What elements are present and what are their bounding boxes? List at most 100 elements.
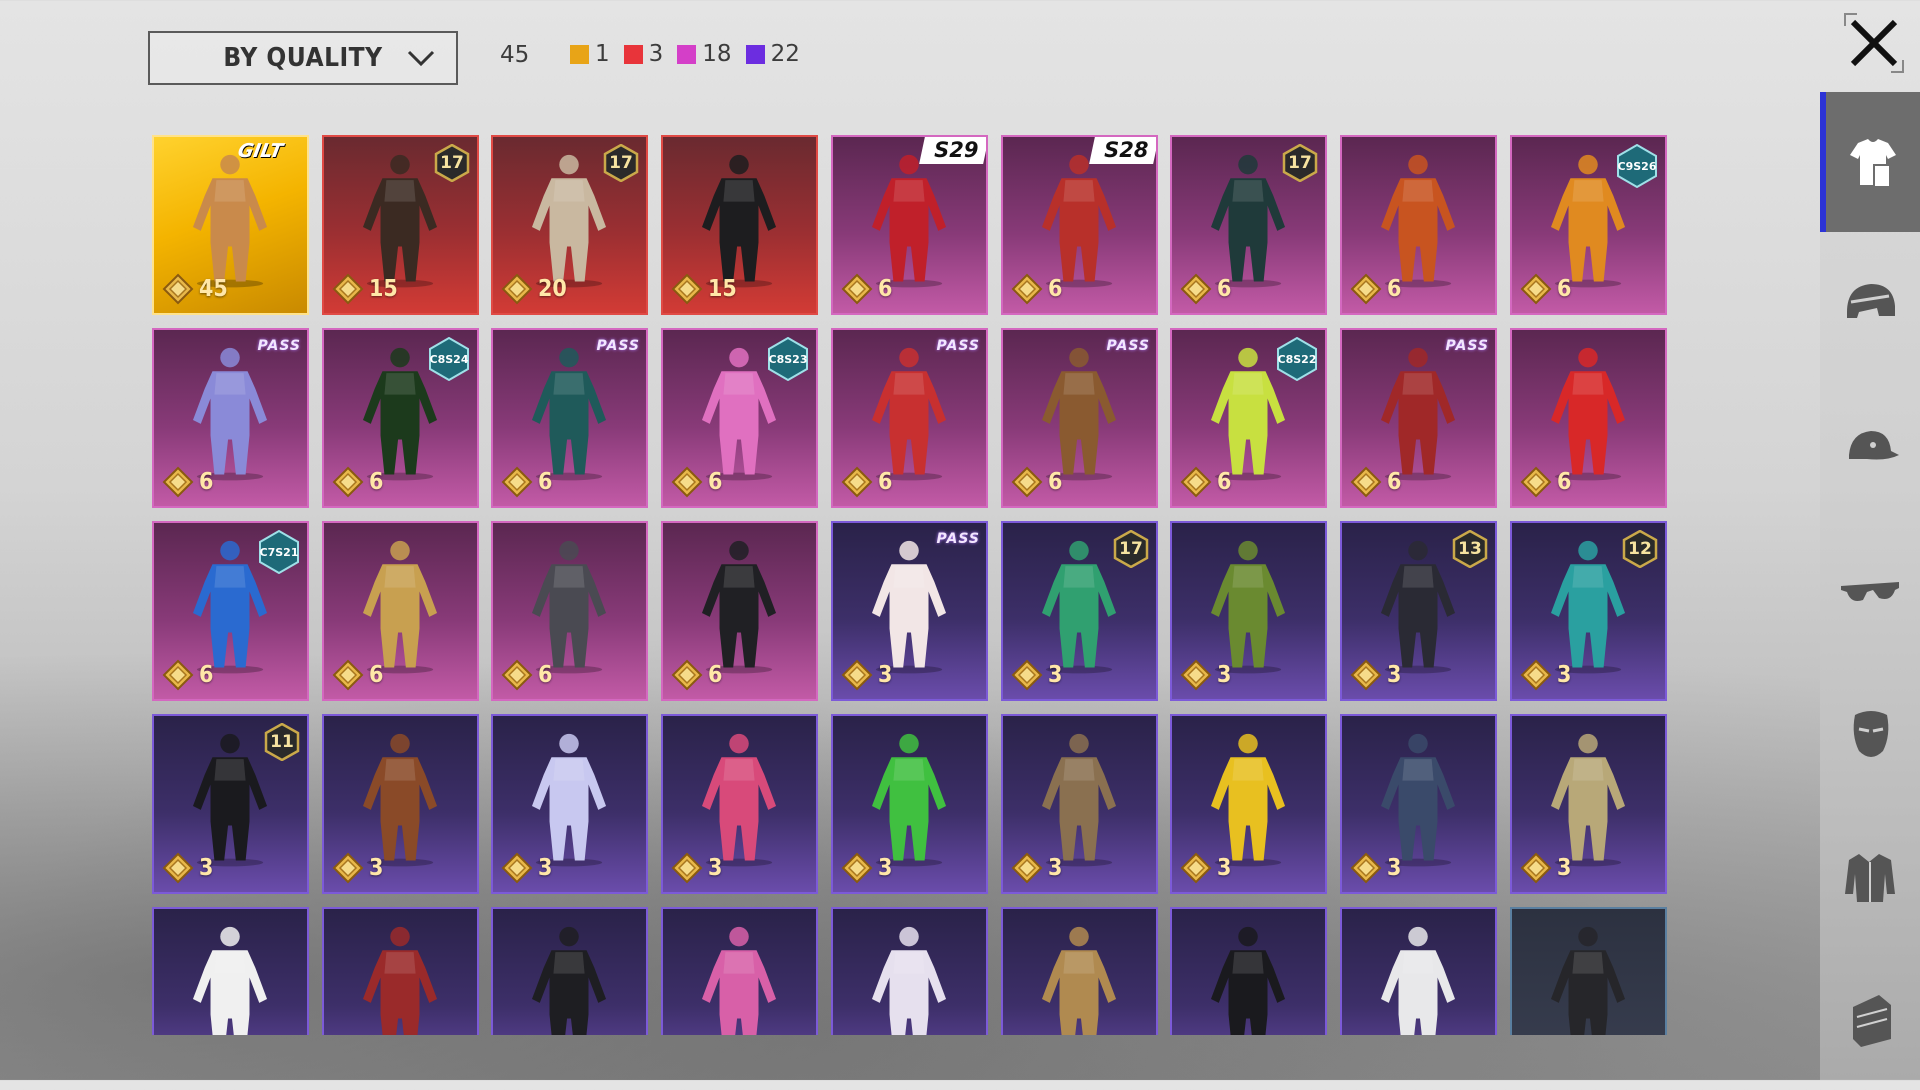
coin-icon: [841, 466, 873, 498]
outfit-card[interactable]: 3: [831, 714, 988, 894]
quality-count-value: 22: [770, 41, 800, 67]
price-value: 3: [1217, 662, 1232, 688]
outfit-card[interactable]: 3: [322, 714, 479, 894]
level-badge-text: 13: [1458, 539, 1482, 559]
level-badge-text: 17: [440, 153, 464, 173]
outfit-card[interactable]: 12 3: [1510, 521, 1667, 701]
outfit-card[interactable]: 17 6: [1170, 135, 1327, 315]
outfit-card[interactable]: 6: [661, 521, 818, 701]
cycle-season-text: C7S21: [259, 545, 299, 559]
outfit-card[interactable]: 17 15: [322, 135, 479, 315]
outfit-card[interactable]: [491, 907, 648, 1035]
coin-icon: [501, 466, 533, 498]
level-badge: 17: [1281, 143, 1319, 183]
outfit-card[interactable]: PASS 3: [831, 521, 988, 701]
coin-icon: [1520, 852, 1552, 884]
price-value: 3: [878, 662, 893, 688]
price-value: 3: [538, 855, 553, 881]
price-tag: 3: [501, 852, 552, 884]
outfit-card[interactable]: S29 6: [831, 135, 988, 315]
quality-count-value: 18: [702, 41, 732, 67]
coin-icon: [162, 273, 194, 305]
price-tag: 6: [332, 466, 383, 498]
pass-badge: PASS: [596, 338, 640, 354]
price-tag: 6: [1011, 466, 1062, 498]
hat-tab[interactable]: [1820, 378, 1920, 518]
price-value: 3: [369, 855, 384, 881]
outfit-card[interactable]: 17 20: [491, 135, 648, 315]
price-tag: 6: [1350, 273, 1401, 305]
outfit-card[interactable]: C7S21 6: [152, 521, 309, 701]
outfit-card[interactable]: [661, 907, 818, 1035]
outfit-card[interactable]: PASS 6: [831, 328, 988, 508]
outfit-figure: [362, 926, 438, 1035]
outfit-card[interactable]: C9S26 6: [1510, 135, 1667, 315]
coin-icon: [501, 273, 533, 305]
outfit-card[interactable]: PASS 6: [1340, 328, 1497, 508]
outfit-card[interactable]: 11 3: [152, 714, 309, 894]
outfit-card[interactable]: 6: [491, 521, 648, 701]
outfit-card[interactable]: [1510, 907, 1667, 1035]
outfit-card[interactable]: 13 3: [1340, 521, 1497, 701]
outfit-card[interactable]: 3: [1170, 714, 1327, 894]
outfit-card[interactable]: 3: [1170, 521, 1327, 701]
outfit-card[interactable]: [152, 907, 309, 1035]
coin-icon: [1350, 659, 1382, 691]
outfit-card[interactable]: 17 3: [1001, 521, 1158, 701]
outfit-card[interactable]: PASS 6: [152, 328, 309, 508]
outfit-card[interactable]: 3: [1001, 714, 1158, 894]
pass-badge: PASS: [936, 338, 980, 354]
price-tag: 6: [671, 659, 722, 691]
price-tag: 3: [1520, 659, 1571, 691]
close-icon[interactable]: [1843, 12, 1905, 74]
coin-icon: [501, 852, 533, 884]
coin-icon: [1180, 466, 1212, 498]
price-tag: 6: [332, 659, 383, 691]
outfit-card[interactable]: C8S23 6: [661, 328, 818, 508]
outfit-card[interactable]: PASS 6: [491, 328, 648, 508]
cycle-season-text: C9S26: [1617, 159, 1657, 173]
chevron-down-icon: [407, 50, 435, 67]
price-value: 15: [708, 276, 737, 302]
total-count: 45: [500, 42, 530, 68]
outfit-card[interactable]: 3: [1340, 714, 1497, 894]
outfit-card[interactable]: 6: [322, 521, 479, 701]
outfit-card[interactable]: C8S22 6: [1170, 328, 1327, 508]
coin-icon: [1011, 466, 1043, 498]
price-value: 6: [708, 469, 723, 495]
outfit-card[interactable]: S28 6: [1001, 135, 1158, 315]
price-tag: 3: [1350, 852, 1401, 884]
outfit-card[interactable]: 3: [491, 714, 648, 894]
sort-dropdown[interactable]: BY QUALITY: [148, 31, 458, 85]
outfit-card[interactable]: 6: [1510, 328, 1667, 508]
outfit-card[interactable]: [831, 907, 988, 1035]
price-tag: 3: [1011, 852, 1062, 884]
price-value: 3: [199, 855, 214, 881]
quality-swatch: [677, 44, 697, 64]
outfit-card[interactable]: [1001, 907, 1158, 1035]
outfit-card[interactable]: [322, 907, 479, 1035]
outfit-card[interactable]: C8S24 6: [322, 328, 479, 508]
outfit-card[interactable]: 3: [661, 714, 818, 894]
outfit-card[interactable]: [1170, 907, 1327, 1035]
outfit-tab[interactable]: [1820, 92, 1920, 232]
coin-icon: [1180, 273, 1212, 305]
coin-icon: [671, 466, 703, 498]
mask-tab[interactable]: [1820, 664, 1920, 804]
outfit-card[interactable]: [1340, 907, 1497, 1035]
glasses-tab[interactable]: [1820, 521, 1920, 661]
outfit-card[interactable]: 6: [1340, 135, 1497, 315]
quality-swatch: [570, 44, 589, 64]
outfit-card[interactable]: PASS 6: [1001, 328, 1158, 508]
pass-badge: PASS: [257, 338, 301, 354]
outfit-card[interactable]: GILT 45: [152, 135, 309, 315]
outfit-card[interactable]: 3: [1510, 714, 1667, 894]
helmet-tab[interactable]: [1820, 235, 1920, 375]
level-badge: 12: [1621, 529, 1659, 569]
jacket-tab[interactable]: [1820, 807, 1920, 947]
backpack-tab[interactable]: [1820, 950, 1920, 1090]
coin-icon: [501, 659, 533, 691]
price-tag: 6: [162, 466, 213, 498]
outfit-card[interactable]: 15: [661, 135, 818, 315]
price-tag: 6: [1520, 273, 1571, 305]
